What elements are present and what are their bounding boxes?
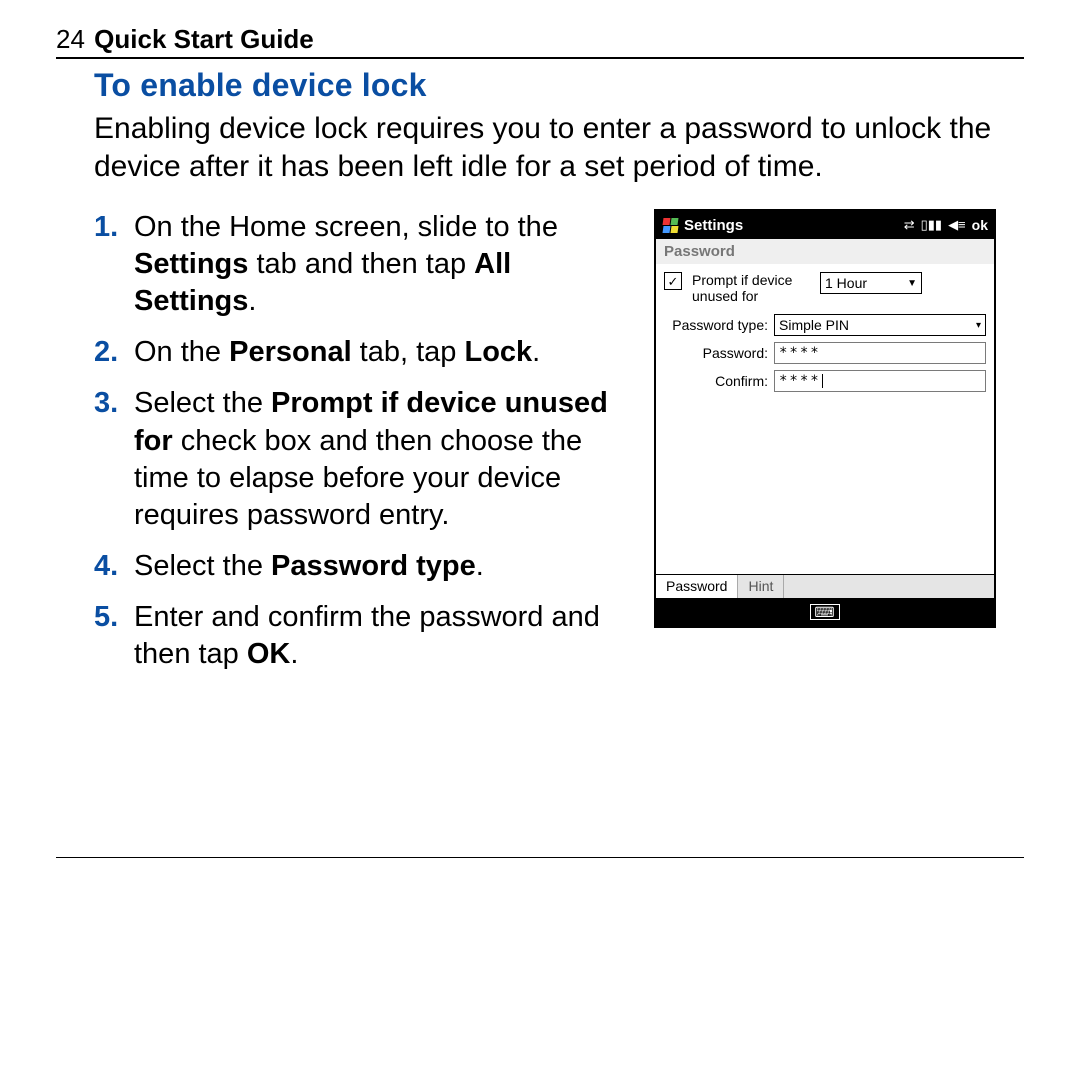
bold: OK xyxy=(247,638,291,670)
start-icon[interactable] xyxy=(662,217,678,233)
footer-rule xyxy=(56,857,1024,858)
section-heading: To enable device lock xyxy=(94,67,1024,104)
password-type-value: Simple PIN xyxy=(779,317,849,333)
bold: Lock xyxy=(464,336,532,368)
text: Select the xyxy=(134,550,271,582)
section-intro: Enabling device lock requires you to ent… xyxy=(94,110,1024,185)
page: 24 Quick Start Guide To enable device lo… xyxy=(0,0,1080,1080)
ok-button[interactable]: ok xyxy=(972,217,988,233)
idle-time-dropdown[interactable]: 1 Hour ▼ xyxy=(820,272,922,294)
page-number: 24 xyxy=(56,24,85,54)
text: . xyxy=(290,638,298,670)
prompt-row: ✓ Prompt if device unused for 1 Hour ▼ xyxy=(664,272,986,304)
password-value: **** xyxy=(779,345,821,361)
confirm-row: Confirm: **** xyxy=(664,370,986,392)
form-area: ✓ Prompt if device unused for 1 Hour ▼ P… xyxy=(656,264,994,574)
text: . xyxy=(476,550,484,582)
tab-bar: Password Hint xyxy=(656,574,994,598)
password-input[interactable]: **** xyxy=(774,342,986,364)
bold: Personal xyxy=(229,336,352,368)
soft-key-bar: ⌨ xyxy=(656,598,994,626)
prompt-label: Prompt if device unused for xyxy=(692,272,810,304)
chevron-down-icon: ▾ xyxy=(976,320,981,331)
tab-hint[interactable]: Hint xyxy=(738,575,784,598)
page-title: Quick Start Guide xyxy=(94,24,314,54)
tab-password[interactable]: Password xyxy=(656,575,738,598)
bold: Password type xyxy=(271,550,476,582)
text: Enter and confirm the password and then … xyxy=(134,601,600,670)
step-4: Select the Password type. xyxy=(94,548,624,585)
text: check box and then choose the time to el… xyxy=(134,425,582,531)
signal-icon: ▯▮▮ xyxy=(921,217,942,233)
keyboard-icon[interactable]: ⌨ xyxy=(810,604,839,620)
prompt-checkbox[interactable]: ✓ xyxy=(664,272,682,290)
password-label: Password: xyxy=(664,345,768,361)
password-type-label: Password type: xyxy=(664,317,768,333)
text-cursor xyxy=(822,374,823,388)
password-type-dropdown[interactable]: Simple PIN ▾ xyxy=(774,314,986,336)
text: unused for xyxy=(692,288,758,304)
step-2: On the Personal tab, tap Lock. xyxy=(94,334,624,371)
step-3: Select the Prompt if device unused for c… xyxy=(94,385,624,533)
password-type-row: Password type: Simple PIN ▾ xyxy=(664,314,986,336)
text: Prompt if device xyxy=(692,272,792,288)
password-row: Password: **** xyxy=(664,342,986,364)
chevron-down-icon: ▼ xyxy=(907,278,917,289)
volume-icon: ◀≡ xyxy=(948,217,966,233)
sync-icon: ⇄ xyxy=(904,217,915,233)
window-title: Settings xyxy=(684,217,743,234)
text: tab and then tap xyxy=(248,248,474,280)
content-columns: On the Home screen, slide to the Setting… xyxy=(94,209,1024,687)
idle-time-value: 1 Hour xyxy=(825,275,867,291)
tab-bar-filler xyxy=(784,575,994,598)
step-1: On the Home screen, slide to the Setting… xyxy=(94,209,624,320)
confirm-value: **** xyxy=(779,373,821,389)
text: . xyxy=(248,285,256,317)
text: tab, tap xyxy=(352,336,465,368)
text: On the Home screen, slide to the xyxy=(134,211,558,243)
confirm-input[interactable]: **** xyxy=(774,370,986,392)
page-header: 24 Quick Start Guide xyxy=(56,24,1024,59)
status-icons: ⇄ ▯▮▮ ◀≡ xyxy=(904,217,966,233)
screen-subhead: Password xyxy=(656,239,994,264)
steps-column: On the Home screen, slide to the Setting… xyxy=(94,209,624,687)
text: . xyxy=(532,336,540,368)
text: On the xyxy=(134,336,229,368)
device-screenshot: Settings ⇄ ▯▮▮ ◀≡ ok Password ✓ Prompt i… xyxy=(654,209,996,628)
bold: Settings xyxy=(134,248,248,280)
step-list: On the Home screen, slide to the Setting… xyxy=(94,209,624,673)
text: Select the xyxy=(134,387,271,419)
title-bar: Settings ⇄ ▯▮▮ ◀≡ ok xyxy=(656,211,994,239)
confirm-label: Confirm: xyxy=(664,373,768,389)
step-5: Enter and confirm the password and then … xyxy=(94,599,624,673)
